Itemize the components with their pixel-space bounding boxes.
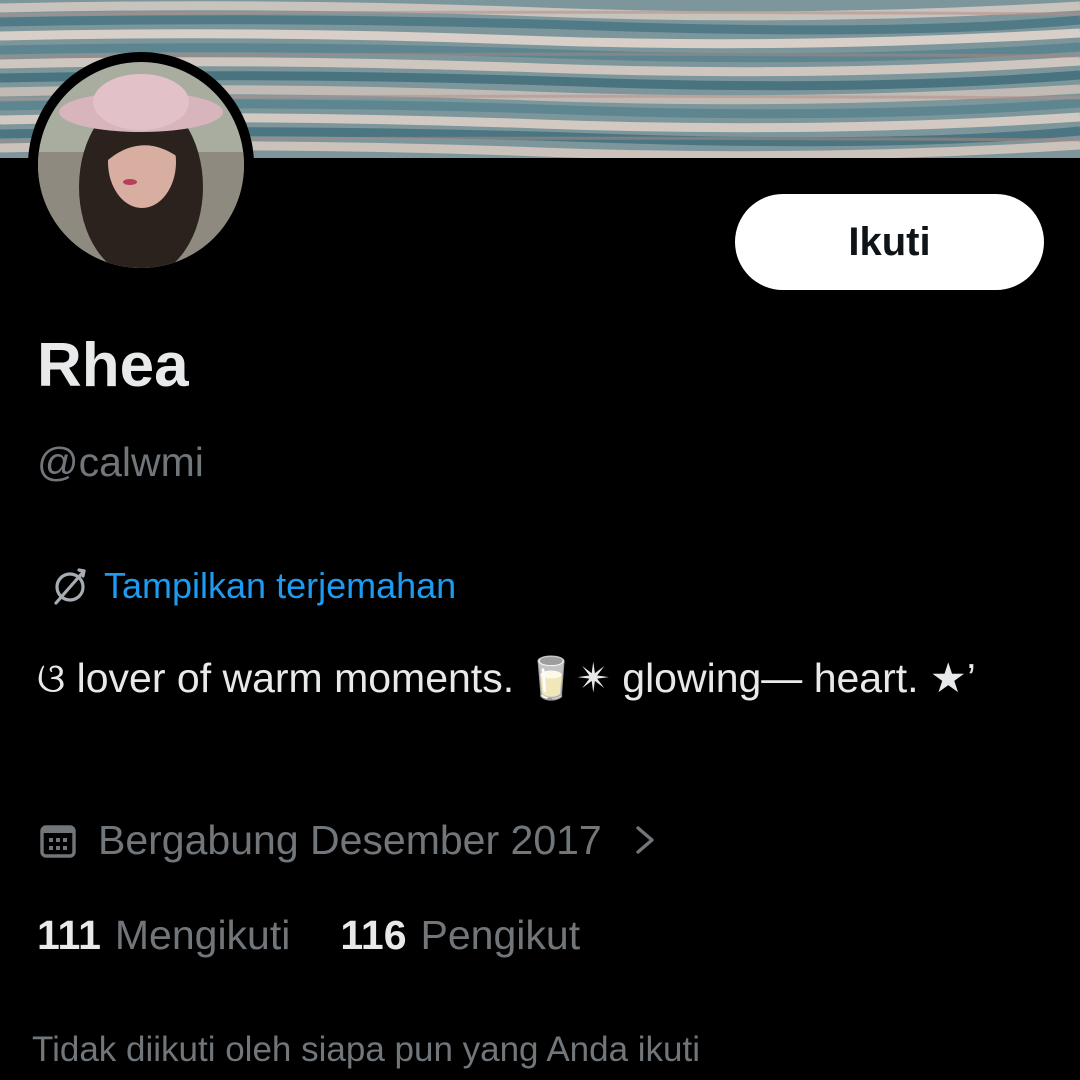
chevron-right-icon	[636, 826, 654, 854]
follow-stats: 111 Mengikuti 116 Pengikut	[37, 908, 580, 962]
username-handle: @calwmi	[37, 439, 204, 485]
following-count: 111	[37, 912, 101, 958]
follow-button[interactable]: Ikuti	[735, 194, 1044, 290]
following-stat[interactable]: 111 Mengikuti	[37, 908, 290, 962]
display-name: Rhea	[37, 331, 189, 400]
profile-bio: ଓ lover of warm moments. 🥛✴ glowing— hea…	[37, 655, 976, 701]
translate-bio-link[interactable]: Tampilkan terjemahan	[46, 562, 456, 610]
mutual-followers-note: Tidak diikuti oleh siapa pun yang Anda i…	[32, 1030, 701, 1069]
followers-count: 116	[340, 912, 407, 958]
following-label: Mengikuti	[114, 912, 291, 958]
avatar-photo	[38, 62, 244, 268]
joined-date: Bergabung Desember 2017	[98, 817, 602, 863]
followers-stat[interactable]: 116 Pengikut	[340, 908, 580, 962]
translate-link-label[interactable]: Tampilkan terjemahan	[104, 562, 456, 610]
joined-date-row[interactable]: Bergabung Desember 2017	[38, 812, 660, 868]
globe-slash-icon	[54, 568, 86, 605]
followers-label: Pengikut	[420, 912, 581, 958]
avatar[interactable]	[38, 62, 244, 268]
calendar-icon	[40, 825, 76, 858]
